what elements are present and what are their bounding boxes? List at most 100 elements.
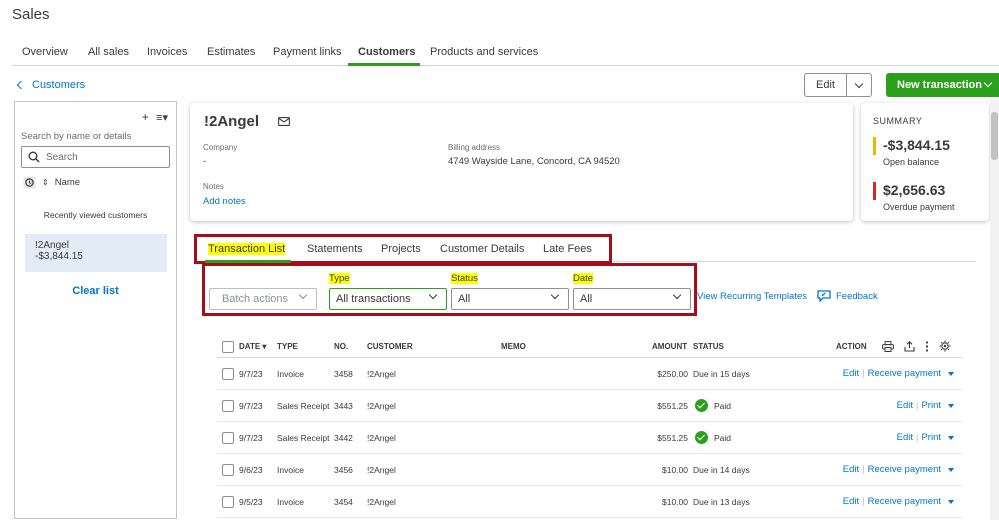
col-date[interactable]: DATE ▾ — [239, 342, 266, 351]
back-link-label: Customers — [32, 79, 86, 91]
row-edit-link[interactable]: Edit — [843, 496, 859, 507]
col-type[interactable]: TYPE — [277, 342, 298, 351]
page-scrollbar[interactable] — [990, 100, 999, 520]
batch-actions-dropdown[interactable]: Batch actions — [209, 288, 317, 310]
back-to-customers-link[interactable]: Customers — [16, 79, 86, 91]
subtab-projects[interactable]: Projects — [381, 243, 421, 255]
caret-down-icon[interactable] — [948, 467, 954, 472]
scrollbar-thumb[interactable] — [991, 112, 998, 160]
col-customer[interactable]: CUSTOMER — [367, 342, 413, 351]
row-edit-link[interactable]: Edit — [843, 368, 859, 379]
overdue-amount: $2,656.63 — [883, 182, 946, 198]
billing-address-label: Billing address — [448, 143, 501, 152]
row-customer: !2Angel — [367, 433, 396, 443]
subtab-statements[interactable]: Statements — [307, 243, 363, 255]
page-title: Sales — [12, 6, 50, 23]
status-value: All — [458, 293, 471, 305]
tab-estimates[interactable]: Estimates — [207, 46, 255, 58]
row-checkbox[interactable] — [222, 432, 234, 444]
table-row[interactable]: 9/7/23 Sales Receipt 3443 !2Angel $551.2… — [217, 390, 962, 422]
date-dropdown[interactable]: All — [573, 288, 691, 310]
sidebar-sort[interactable]: ⇕ Name — [23, 176, 80, 189]
add-icon[interactable]: + — [142, 110, 149, 124]
row-print-link[interactable]: Print — [921, 432, 941, 443]
caret-down-icon[interactable] — [948, 435, 954, 440]
subtab-transaction-list[interactable]: Transaction List — [208, 243, 286, 255]
customer-subtabs: Transaction List Statements Projects Cus… — [194, 234, 612, 264]
row-edit-link[interactable]: Edit — [897, 432, 913, 443]
more-options-icon[interactable] — [925, 340, 929, 352]
col-memo[interactable]: MEMO — [501, 342, 526, 351]
row-actions: Edit | Print — [897, 400, 954, 411]
caret-down-icon[interactable] — [948, 403, 954, 408]
subtab-customer-details[interactable]: Customer Details — [440, 243, 524, 255]
clear-list-button[interactable]: Clear list — [15, 285, 176, 297]
billing-address-value: 4749 Wayside Lane, Concord, CA 94520 — [448, 156, 620, 167]
col-no[interactable]: NO. — [334, 342, 348, 351]
date-label: Date — [573, 273, 594, 284]
row-edit-link[interactable]: Edit — [897, 400, 913, 411]
row-checkbox[interactable] — [222, 496, 234, 508]
new-transaction-button[interactable]: New transaction — [886, 73, 999, 97]
history-icon[interactable] — [23, 176, 36, 189]
select-all-checkbox[interactable] — [222, 341, 234, 353]
table-row[interactable]: 9/6/23 Invoice 3456 !2Angel $10.00 Due i… — [217, 454, 962, 486]
row-no: 3442 — [334, 433, 353, 443]
tab-invoices[interactable]: Invoices — [147, 46, 187, 58]
caret-down-icon[interactable] — [948, 371, 954, 376]
col-status[interactable]: STATUS — [693, 342, 724, 351]
print-icon[interactable] — [882, 340, 894, 352]
row-amount: $551.25 — [657, 401, 688, 411]
tab-customers[interactable]: Customers — [358, 46, 415, 58]
row-checkbox[interactable] — [222, 368, 234, 380]
check-circle-icon — [695, 431, 708, 444]
search-hint: Search by name or details — [21, 131, 132, 142]
sort-arrows-icon[interactable]: ⇕ — [42, 178, 49, 187]
row-date: 9/7/23 — [239, 369, 263, 379]
sidebar-search-input[interactable]: Search — [21, 146, 170, 168]
caret-down-icon[interactable] — [948, 499, 954, 504]
row-edit-link[interactable]: Edit — [843, 464, 859, 475]
view-recurring-templates-link[interactable]: View Recurring Templates — [697, 291, 807, 302]
row-receive-payment-link[interactable]: Receive payment — [868, 496, 941, 507]
row-customer: !2Angel — [367, 497, 396, 507]
row-checkbox[interactable] — [222, 400, 234, 412]
summary-card: SUMMARY -$3,844.15 Open balance $2,656.6… — [861, 103, 989, 221]
row-checkbox[interactable] — [222, 464, 234, 476]
chevron-down-icon — [428, 290, 438, 300]
row-actions: Edit | Print — [897, 432, 954, 443]
gear-icon[interactable] — [939, 340, 951, 352]
row-customer: !2Angel — [367, 401, 396, 411]
tab-payment-links[interactable]: Payment links — [273, 46, 341, 58]
subtab-late-fees[interactable]: Late Fees — [543, 243, 592, 255]
mail-icon[interactable] — [278, 117, 290, 126]
overdue-label: Overdue payment — [883, 202, 955, 212]
row-print-link[interactable]: Print — [921, 400, 941, 411]
type-dropdown[interactable]: All transactions — [329, 288, 447, 310]
row-receive-payment-link[interactable]: Receive payment — [868, 368, 941, 379]
row-date: 9/7/23 — [239, 433, 263, 443]
tab-overview[interactable]: Overview — [22, 46, 68, 58]
list-settings-icon[interactable]: ≡▾ — [156, 112, 168, 124]
customer-sidebar: + ≡▾ Search by name or details Search ⇕ … — [14, 101, 177, 519]
chevron-down-icon — [983, 78, 993, 88]
status-dropdown[interactable]: All — [451, 288, 569, 310]
chevron-down-icon — [298, 290, 308, 300]
search-icon — [28, 151, 40, 163]
export-icon[interactable] — [904, 340, 915, 352]
table-toolbar — [882, 340, 951, 352]
edit-button[interactable]: Edit — [805, 74, 847, 96]
add-notes-link[interactable]: Add notes — [203, 196, 246, 207]
tab-all-sales[interactable]: All sales — [88, 46, 129, 58]
edit-dropdown-button[interactable] — [847, 74, 871, 96]
row-receive-payment-link[interactable]: Receive payment — [868, 464, 941, 475]
feedback-link[interactable]: Feedback — [817, 290, 878, 302]
table-row[interactable]: 9/7/23 Sales Receipt 3442 !2Angel $551.2… — [217, 422, 962, 454]
sidebar-customer-item[interactable]: !2Angel -$3,844.15 — [25, 234, 167, 272]
col-amount[interactable]: AMOUNT — [652, 342, 687, 351]
table-row[interactable]: 9/7/23 Invoice 3458 !2Angel $250.00 Due … — [217, 358, 962, 390]
table-row[interactable]: 9/5/23 Invoice 3454 !2Angel $10.00 Due i… — [217, 486, 962, 518]
chevron-down-icon — [672, 290, 682, 300]
tab-products-and-services[interactable]: Products and services — [430, 46, 538, 58]
new-transaction-label: New transaction — [897, 79, 982, 91]
